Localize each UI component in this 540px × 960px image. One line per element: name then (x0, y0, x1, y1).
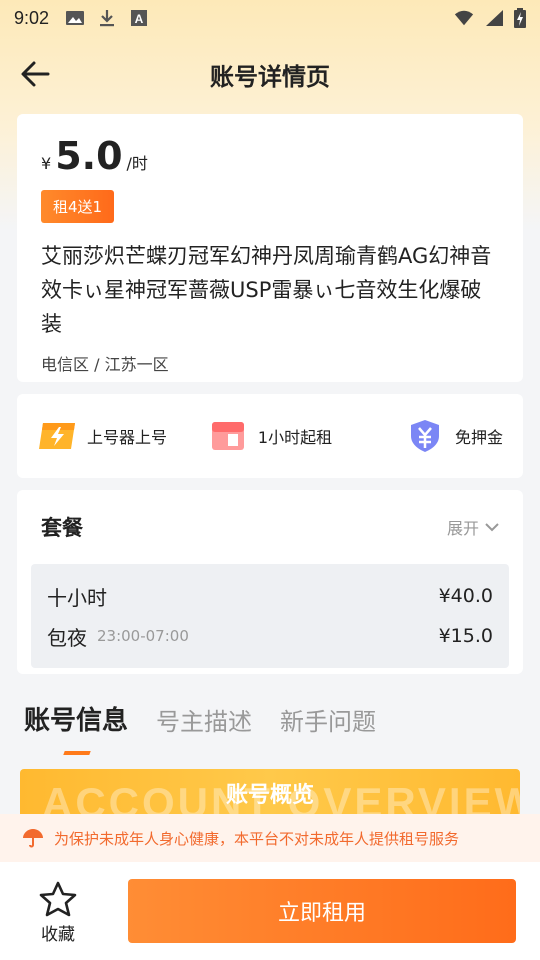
notice-text: 为保护未成年人身心健康，本平台不对未成年人提供租号服务 (54, 829, 460, 848)
package-name: 十小时 (47, 585, 107, 610)
package-card: 套餐 展开 十小时 ¥40.0 包夜 23:00-07:00 ¥15.0 (17, 490, 523, 674)
shop-icon (211, 422, 244, 450)
feature-launcher-login: 上号器上号 (37, 418, 192, 454)
feature-label: 上号器上号 (87, 428, 168, 447)
package-item[interactable]: 包夜 23:00-07:00 ¥15.0 (47, 616, 493, 656)
expand-button[interactable]: 展开 (447, 515, 499, 539)
package-item[interactable]: 十小时 ¥40.0 (47, 576, 493, 616)
features-card: 上号器上号 1小时起租 免押金 (17, 394, 523, 478)
rent-now-button[interactable]: 立即租用 (128, 879, 516, 943)
yuan-shield-icon (410, 420, 439, 452)
battery-charging-icon (514, 8, 526, 28)
price-value: 5.0 (55, 134, 123, 178)
listing-card: ¥ 5.0 /时 租4送1 艾丽莎炽芒蝶刃冠军幻神丹凤周瑜青鹤AG幻神音效卡ぃ星… (17, 114, 523, 382)
tab-indicator (63, 751, 91, 755)
chevron-down-icon (485, 523, 499, 532)
star-icon (39, 881, 77, 917)
wifi-icon (454, 10, 474, 26)
lightning-card-icon (39, 423, 75, 449)
page-title: 账号详情页 (210, 62, 330, 91)
package-list: 十小时 ¥40.0 包夜 23:00-07:00 ¥15.0 (31, 564, 509, 668)
detail-tabs: 账号信息 号主描述 新手问题 (24, 700, 376, 755)
favorite-label: 收藏 (41, 925, 75, 945)
download-icon (100, 10, 115, 27)
price-unit: /时 (126, 154, 148, 173)
package-price: ¥40.0 (438, 585, 493, 607)
font-icon: A (131, 10, 148, 26)
package-price: ¥15.0 (438, 625, 493, 647)
overview-title: 账号概览 (225, 783, 314, 808)
tab-account-info[interactable]: 账号信息 (24, 700, 129, 755)
tab-label: 号主描述 (156, 708, 253, 736)
umbrella-icon (23, 829, 43, 848)
signal-icon (486, 10, 503, 26)
svg-text:A: A (135, 12, 144, 26)
favorite-button[interactable]: 收藏 (36, 880, 80, 945)
expand-label: 展开 (446, 519, 479, 538)
package-time: 23:00-07:00 (97, 627, 189, 645)
bottom-action-bar: 收藏 立即租用 (0, 862, 540, 960)
status-time: 9:02 (14, 7, 50, 28)
package-title: 套餐 (41, 516, 83, 540)
price-symbol: ¥ (41, 154, 52, 173)
promo-badge: 租4送1 (41, 190, 115, 223)
nav-bar: 账号详情页 (0, 44, 540, 104)
tab-beginner-faq[interactable]: 新手问题 (280, 702, 376, 747)
arrow-left-icon[interactable] (18, 58, 54, 90)
feature-label: 1小时起租 (257, 428, 333, 447)
status-bar: 9:02 A (0, 0, 540, 36)
price-row: ¥ 5.0 /时 (41, 134, 499, 178)
package-name: 包夜 (47, 625, 87, 650)
package-header: 套餐 展开 (31, 512, 509, 542)
feature-min-rent: 1小时起租 (192, 418, 347, 454)
feature-no-deposit: 免押金 (348, 418, 503, 454)
image-icon (66, 11, 85, 25)
listing-region: 电信区 / 江苏一区 (41, 355, 169, 374)
tab-label: 新手问题 (280, 708, 377, 736)
tab-owner-description[interactable]: 号主描述 (156, 702, 252, 747)
listing-title: 艾丽莎炽芒蝶刃冠军幻神丹凤周瑜青鹤AG幻神音效卡ぃ星神冠军蔷薇USP雷暴ぃ七音效… (41, 244, 492, 336)
feature-label: 免押金 (454, 428, 503, 447)
tab-label: 账号信息 (24, 706, 129, 736)
minor-protection-notice: 为保护未成年人身心健康，本平台不对未成年人提供租号服务 (0, 814, 540, 862)
overview-banner: ACCOUNT OVERVIEW 账号概览 (20, 769, 520, 817)
